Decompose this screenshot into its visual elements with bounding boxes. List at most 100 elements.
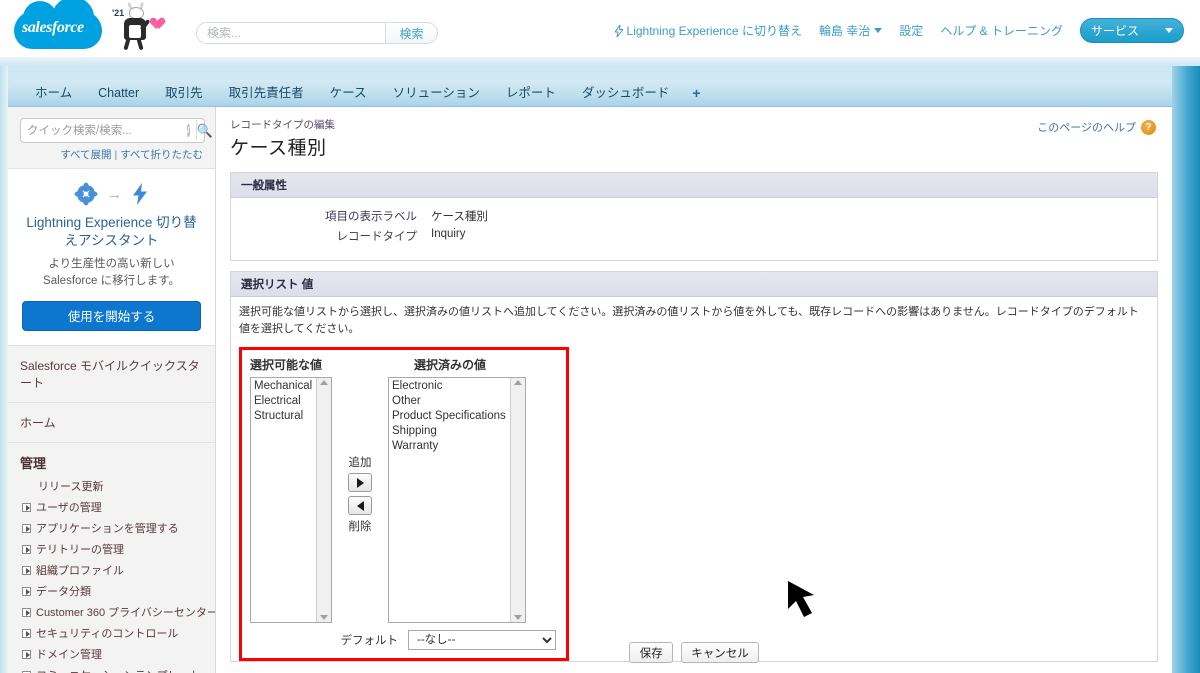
expand-triangle-icon[interactable] xyxy=(22,586,31,596)
expand-triangle-icon[interactable] xyxy=(22,649,31,659)
selected-listbox-scrollbar[interactable] xyxy=(510,378,525,622)
list-item[interactable]: Mechanical xyxy=(253,379,316,394)
available-values-listbox[interactable]: Mechanical Electrical Structural xyxy=(250,377,332,623)
get-started-button[interactable]: 使用を開始する xyxy=(22,300,201,331)
sidebar-item-home[interactable]: ホーム xyxy=(8,403,215,443)
sidebar-item-label: テリトリーの管理 xyxy=(36,544,124,557)
expand-triangle-icon[interactable] xyxy=(22,628,31,638)
add-button[interactable] xyxy=(348,473,372,492)
help-training-link[interactable]: ヘルプ & トレーニング xyxy=(940,22,1063,39)
list-item[interactable]: Other xyxy=(391,394,510,409)
tab-dashboards[interactable]: ダッシュボード xyxy=(569,80,683,107)
sidebar-item-company-profile[interactable]: 組織プロファイル xyxy=(8,560,215,581)
sidebar-item-domain-management[interactable]: ドメイン管理 xyxy=(8,644,215,665)
save-button[interactable]: 保存 xyxy=(629,642,674,663)
list-item[interactable]: Electronic xyxy=(391,379,510,394)
sidebar-item-data-classification[interactable]: データ分類 xyxy=(8,581,215,602)
setup-sidebar: i 🔍 すべて展開 | すべて折りたたむ xyxy=(8,107,216,673)
expand-triangle-icon[interactable] xyxy=(22,544,31,554)
sidebar-heading-admin: 管理 xyxy=(20,455,47,471)
logo-wordmark: salesforce xyxy=(22,19,84,36)
info-icon[interactable]: i xyxy=(187,124,190,137)
scroll-up-icon[interactable] xyxy=(514,380,522,385)
page-root: salesforce '21 検索 Lightning xyxy=(0,0,1200,673)
tab-solutions[interactable]: ソリューション xyxy=(380,80,493,107)
global-header: salesforce '21 検索 Lightning xyxy=(0,0,1200,57)
list-item[interactable]: Structural xyxy=(253,409,316,424)
sidebar-item-communication-templates[interactable]: コミュニケーションテンプレート xyxy=(8,665,215,673)
page-help-link[interactable]: このページのヘルプ ? xyxy=(1037,119,1156,135)
search-button[interactable]: 検索 xyxy=(386,22,438,44)
sidebar-item-label: コミュニケーションテンプレート xyxy=(36,667,200,673)
section-heading: 一般属性 xyxy=(231,173,1157,198)
field-value: Inquiry xyxy=(431,228,466,240)
section-heading: 選択リスト 値 xyxy=(231,272,1157,297)
cancel-button[interactable]: キャンセル xyxy=(681,642,759,663)
tab-accounts[interactable]: 取引先 xyxy=(152,80,216,107)
search-input[interactable] xyxy=(196,22,386,44)
list-item[interactable]: Shipping xyxy=(391,424,510,439)
chevron-down-icon xyxy=(874,28,883,33)
sidebar-item-manage-apps[interactable]: アプリケーションを管理する xyxy=(8,518,215,539)
tab-reports[interactable]: レポート xyxy=(493,80,569,107)
available-values-items[interactable]: Mechanical Electrical Structural xyxy=(251,378,316,622)
field-value: ケース種別 xyxy=(431,211,488,223)
setup-link[interactable]: 設定 xyxy=(899,22,923,39)
expand-triangle-icon[interactable] xyxy=(22,502,31,512)
sidebar-item-manage-territories[interactable]: テリトリーの管理 xyxy=(8,539,215,560)
available-values-label: 選択可能な値 xyxy=(250,358,323,372)
lightning-bolt-icon xyxy=(133,183,147,205)
scroll-down-icon[interactable] xyxy=(320,615,328,620)
sidebar-item-mobile-quickstart[interactable]: Salesforce モバイルクイックスタート xyxy=(8,346,215,403)
sidebar-item-manage-users[interactable]: ユーザの管理 xyxy=(8,497,215,518)
switch-to-lightning-label: Lightning Experience に切り替え xyxy=(626,24,802,38)
breadcrumb[interactable]: レコードタイプの編集 xyxy=(230,117,1158,132)
list-item[interactable]: Product Specifications xyxy=(391,409,510,424)
lex-icon-row: → xyxy=(22,181,201,207)
tab-home[interactable]: ホーム xyxy=(22,80,85,107)
link-separator: | xyxy=(114,149,118,161)
switch-to-lightning-link[interactable]: Lightning Experience に切り替え xyxy=(614,22,802,39)
expand-all-link[interactable]: すべて展開 xyxy=(60,149,111,161)
field-label: 項目の表示ラベル xyxy=(325,211,417,223)
transfer-buttons: 追加 削除 xyxy=(332,377,388,535)
search-icon[interactable]: 🔍 xyxy=(195,120,213,141)
collapse-all-link[interactable]: すべて折りたたむ xyxy=(120,149,203,161)
user-menu[interactable]: 輪島 幸治 xyxy=(819,22,883,39)
remove-button[interactable] xyxy=(348,496,372,515)
list-item[interactable]: Electrical xyxy=(253,394,316,409)
expand-triangle-icon[interactable] xyxy=(22,565,31,575)
available-listbox-scrollbar[interactable] xyxy=(316,378,331,622)
sidebar-item-label: ユーザの管理 xyxy=(36,502,102,515)
field-row-display-label: 項目の表示ラベル ケース種別 xyxy=(241,208,1147,224)
tab-contacts[interactable]: 取引先責任者 xyxy=(216,80,317,107)
tab-add-button[interactable]: + xyxy=(682,80,710,107)
sidebar-item-release-updates[interactable]: リリース更新 xyxy=(8,476,215,497)
selected-values-items[interactable]: Electronic Other Product Specifications … xyxy=(389,378,510,622)
mascot-year-badge: '21 xyxy=(112,8,125,18)
list-item[interactable]: Warranty xyxy=(391,439,510,454)
sidebar-item-privacy-center[interactable]: Customer 360 プライバシーセンター xyxy=(8,602,215,623)
app-menu-label: サービス xyxy=(1091,24,1140,38)
tab-cases[interactable]: ケース xyxy=(317,80,380,107)
quick-search-input[interactable] xyxy=(21,120,187,141)
expand-triangle-icon[interactable] xyxy=(22,607,31,617)
question-mark-icon: ? xyxy=(1141,119,1156,135)
main-content: このページのヘルプ ? レコードタイプの編集 ケース種別 一般属性 項目の表示ラ… xyxy=(216,107,1172,673)
expand-collapse-links: すべて展開 | すべて折りたたむ xyxy=(8,143,215,168)
header-nav: Lightning Experience に切り替え 輪島 幸治 設定 ヘルプ … xyxy=(614,18,1184,43)
tab-chatter[interactable]: Chatter xyxy=(85,80,152,107)
scroll-up-icon[interactable] xyxy=(320,380,328,385)
salesforce-logo[interactable]: salesforce '21 xyxy=(14,0,174,55)
selected-values-listbox[interactable]: Electronic Other Product Specifications … xyxy=(388,377,526,623)
quick-search: i 🔍 xyxy=(20,118,213,143)
remove-label: 削除 xyxy=(348,521,372,533)
right-gradient-strip xyxy=(1172,66,1200,673)
expand-triangle-icon[interactable] xyxy=(22,523,31,533)
picklist-description: 選択可能な値リストから選択し、選択済みの値リストへ追加してください。選択済みの値… xyxy=(231,297,1157,345)
sidebar-item-label: ドメイン管理 xyxy=(36,649,102,662)
sidebar-item-security-controls[interactable]: セキュリティのコントロール xyxy=(8,623,215,644)
app-menu-button[interactable]: サービス xyxy=(1080,18,1184,43)
lex-card-title[interactable]: Lightning Experience 切り替えアシスタント xyxy=(22,214,201,250)
scroll-down-icon[interactable] xyxy=(514,615,522,620)
